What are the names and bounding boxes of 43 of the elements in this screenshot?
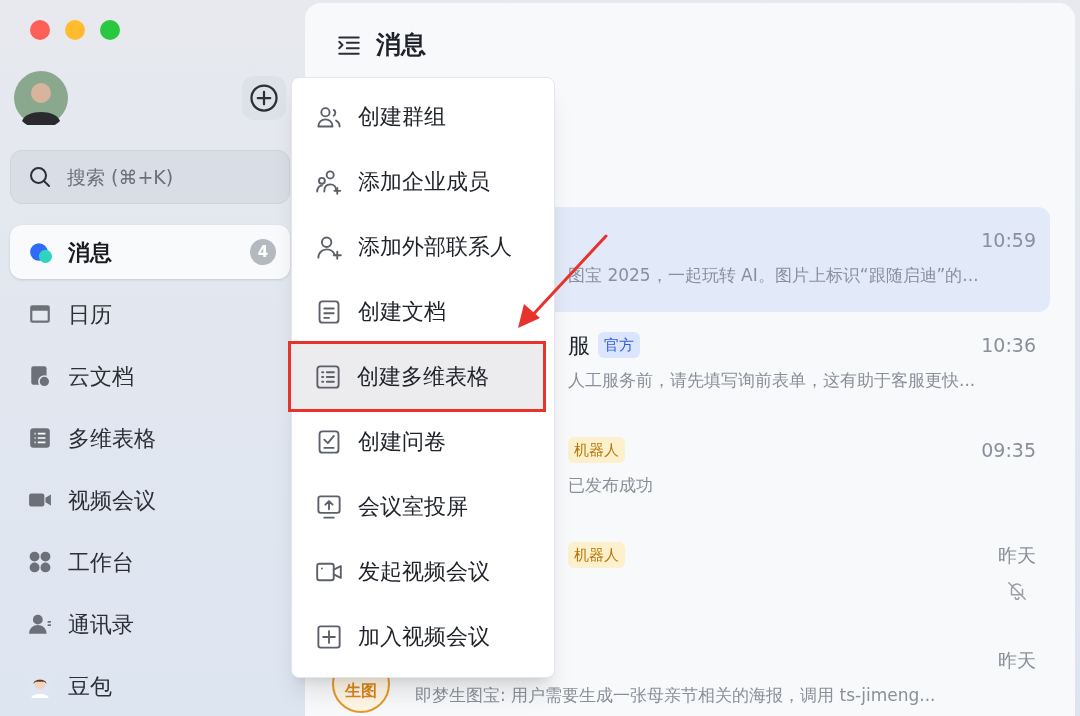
chat-preview: 已发布成功	[568, 474, 653, 498]
join-icon	[316, 623, 342, 650]
page-title: 消息	[376, 29, 426, 62]
contacts-icon	[28, 612, 52, 636]
chat-time: 昨天	[998, 542, 1036, 568]
chat-preview: 人工服务前，请先填写询前表单，这有助于客服更快...	[568, 369, 976, 393]
chat-preview: 即梦生图宝: 用户需要生成一张母亲节相关的海报，调用 ts-jimeng...	[415, 684, 936, 708]
table-icon	[28, 426, 52, 450]
menu-item[interactable]: 创建群组	[292, 84, 554, 149]
chat-time: 昨天	[998, 647, 1036, 673]
checklist-icon	[316, 428, 342, 455]
nav-item[interactable]: 日历	[10, 287, 290, 341]
chat-tag: 机器人	[568, 541, 625, 569]
nav-item[interactable]: 云文档	[10, 349, 290, 403]
nav-item[interactable]: 工作台	[10, 535, 290, 589]
nav-item[interactable]: 消息 4	[10, 225, 290, 279]
chat-time: 10:36	[981, 332, 1036, 358]
chat-time: 09:35	[981, 437, 1036, 463]
user-avatar[interactable]	[14, 71, 68, 125]
chat-bubbles-icon	[28, 240, 52, 264]
chat-time: 10:59	[981, 227, 1036, 253]
cloud-document-icon	[28, 364, 52, 388]
nav-item[interactable]: 豆包	[10, 659, 290, 713]
unread-badge: 4	[250, 239, 276, 265]
menu-item[interactable]: 会议室投屏	[292, 474, 554, 539]
menu-item[interactable]: 创建多维表格	[291, 344, 543, 409]
add-button[interactable]	[242, 76, 286, 120]
menu-item[interactable]: 创建问卷	[292, 409, 554, 474]
chat-tag: 官方	[598, 331, 640, 359]
calendar-icon	[28, 302, 52, 326]
screen-share-icon	[316, 493, 342, 520]
chat-name: 服	[568, 331, 590, 360]
search-field[interactable]: 搜索 (⌘+K)	[10, 150, 290, 204]
nav-item[interactable]: 通讯录	[10, 597, 290, 651]
table-icon	[315, 363, 341, 390]
document-icon	[316, 298, 342, 325]
chat-tag: 机器人	[568, 436, 625, 464]
search-icon	[28, 165, 52, 189]
apps-icon	[28, 550, 52, 574]
nav-item[interactable]: 视频会议	[10, 473, 290, 527]
nav-item[interactable]: 多维表格	[10, 411, 290, 465]
add-members-icon	[316, 168, 342, 195]
menu-item[interactable]: 发起视频会议	[292, 539, 554, 604]
